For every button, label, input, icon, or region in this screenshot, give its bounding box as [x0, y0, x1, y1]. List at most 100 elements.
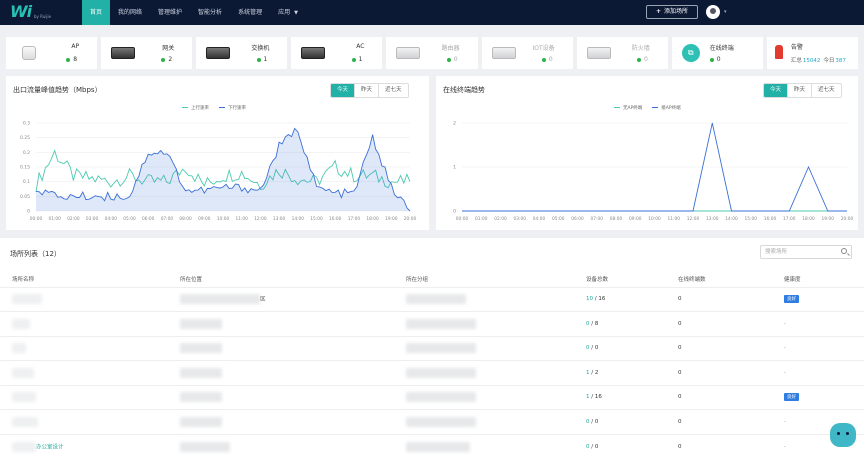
- column-header: 在线终端数: [666, 271, 772, 287]
- site-list-panel: 场所列表（12） 场所名称所在位置所在分组设备总数在线终端数健康度 区 10 / …: [0, 238, 864, 456]
- nav-item-0[interactable]: 首页: [82, 0, 111, 25]
- column-header: 健康度: [772, 271, 864, 287]
- nav-item-label: 管理维护: [158, 9, 183, 16]
- health-cell: 良好: [772, 286, 864, 312]
- x-tick-label: 02:00: [494, 216, 507, 222]
- main-nav: 首页 我的网络 管理维护 智能分析 系统管理 应用 ▼: [82, 0, 306, 25]
- devices-total: 0: [594, 443, 599, 450]
- table-row[interactable]: 区 10 / 16 0 良好: [0, 286, 864, 312]
- online-dot-icon: [161, 57, 166, 62]
- stat-value-number: 0: [453, 56, 458, 63]
- nav-item-2[interactable]: 管理维护: [150, 0, 190, 25]
- y-tick-label: 0.1: [23, 179, 30, 185]
- x-tick-label: 01:00: [49, 216, 62, 222]
- site-table: 场所名称 所在位置 所在分组 设备总数 在线终端数 健康度 区 10 / 16 0 良好 0 / …: [0, 271, 864, 456]
- gateway-device-icon: [111, 47, 136, 59]
- router-device-icon: [396, 47, 421, 59]
- nav-item-4[interactable]: 系统管理: [230, 0, 270, 25]
- stat-value-number: 0: [548, 56, 553, 63]
- stat-value: 0: [446, 56, 458, 63]
- table-row[interactable]: 0 / 8 0 -: [0, 311, 864, 336]
- x-tick-label: 18:00: [366, 216, 379, 222]
- stat-card-router-device[interactable]: 路由器 0: [386, 37, 478, 69]
- redacted-location: [180, 392, 222, 403]
- terminal-count-cell: 0: [666, 286, 772, 312]
- site-name-cell[interactable]: [0, 311, 168, 336]
- stat-card-ac-device[interactable]: AC 1: [291, 37, 383, 69]
- alarm-today-label: 今日: [823, 58, 835, 64]
- column-header: 设备总数: [574, 271, 666, 287]
- x-tick-label: 05:00: [123, 216, 136, 222]
- x-tick-label: 14:00: [292, 216, 305, 222]
- table-row[interactable]: 1 / 2 0 -: [0, 360, 864, 385]
- search-icon[interactable]: [841, 248, 847, 254]
- site-name-cell[interactable]: [0, 384, 168, 410]
- nav-item-label: 系统管理: [238, 9, 263, 16]
- location-cell: [168, 409, 394, 434]
- table-row[interactable]: 0 / 00-: [0, 409, 864, 434]
- site-search-box[interactable]: [760, 245, 852, 259]
- alarm-icon: [774, 45, 783, 59]
- site-table-body: 区 10 / 16 0 良好 0 / 80-0 / 00-1 / 20-1 / 16 0 良…: [0, 286, 864, 456]
- site-search-input[interactable]: [761, 246, 835, 258]
- stat-value: 0: [636, 56, 648, 63]
- location-cell: [168, 335, 394, 361]
- device-count-cell: 1 / 2: [574, 360, 666, 385]
- group-cell: [394, 433, 574, 456]
- nav-item-1[interactable]: 我的网络: [110, 0, 150, 25]
- x-tick-label: 02:00: [67, 216, 80, 222]
- health-empty: -: [784, 443, 786, 450]
- redacted-name: [12, 416, 38, 427]
- top-navigation-bar: Wi by Ruijie 首页 我的网络 管理维护 智能分析 系统管理 应用 ▼ + 添加场所…: [0, 0, 864, 25]
- chat-assistant-robot-icon[interactable]: [830, 423, 856, 447]
- stat-card-ap-device[interactable]: AP 8: [6, 37, 98, 69]
- terminal-count: 0: [678, 345, 682, 352]
- add-site-button[interactable]: + 添加场所: [646, 5, 698, 19]
- x-tick-label: 10:00: [217, 216, 230, 222]
- location-cell: [168, 433, 394, 456]
- stat-card-switch-device[interactable]: 交换机 1: [196, 37, 288, 69]
- group-cell: [394, 360, 574, 385]
- stat-card-iot-device[interactable]: IOT设备 0: [481, 37, 573, 69]
- redacted-location: [180, 343, 222, 354]
- y-tick-label: 0: [27, 209, 30, 215]
- stat-card-terminal[interactable]: ⧉ 在线终端 0: [671, 37, 763, 69]
- site-name-cell[interactable]: [0, 409, 168, 434]
- location-cell: [168, 360, 394, 385]
- x-tick-label: 07:00: [161, 216, 174, 222]
- site-name-cell[interactable]: 办公室设计: [0, 433, 168, 456]
- table-row[interactable]: 办公室设计 0 / 00-: [0, 433, 864, 456]
- stat-card-gateway-device[interactable]: 网关 2: [101, 37, 193, 69]
- nav-item-3[interactable]: 智能分析: [190, 0, 230, 25]
- health-empty: -: [784, 418, 786, 425]
- logo-subtitle: by Ruijie: [34, 14, 52, 19]
- user-avatar[interactable]: [706, 5, 720, 19]
- site-name-cell[interactable]: [0, 335, 168, 361]
- nav-item-5[interactable]: 应用 ▼: [270, 0, 306, 25]
- stat-value: 1: [256, 56, 267, 63]
- stat-card-alarm[interactable]: 告警 汇总15042 今日387: [766, 37, 858, 69]
- health-cell: -: [772, 335, 864, 361]
- user-menu-chevron-icon[interactable]: ▾: [724, 9, 727, 15]
- stat-value-number: 1: [358, 56, 363, 63]
- site-name-cell[interactable]: [0, 286, 168, 312]
- redacted-group: [406, 441, 470, 452]
- alarm-total-label: 汇总: [790, 58, 802, 64]
- location-cell: [168, 311, 394, 336]
- site-name-cell[interactable]: [0, 360, 168, 385]
- x-tick-label: 14:00: [725, 216, 738, 222]
- device-count-cell: 1 / 16: [574, 384, 666, 410]
- ruijie-logo[interactable]: Wi by Ruijie: [6, 2, 56, 23]
- devices-total: 2: [594, 369, 599, 376]
- y-tick-label: 1: [453, 165, 456, 171]
- stat-value: 0: [541, 56, 553, 63]
- firewall-device-icon: [586, 47, 611, 59]
- table-row[interactable]: 0 / 00-: [0, 335, 864, 361]
- x-tick-label: 10:00: [648, 216, 661, 222]
- table-row[interactable]: 1 / 16 0 良好: [0, 384, 864, 410]
- site-name-link[interactable]: 办公室设计: [36, 444, 64, 450]
- stat-value: 2: [161, 56, 172, 63]
- stat-card-firewall-device[interactable]: 防火墙 0: [576, 37, 668, 69]
- terminal-count-cell: 0: [666, 311, 772, 336]
- y-tick-label: 0.15: [20, 165, 30, 171]
